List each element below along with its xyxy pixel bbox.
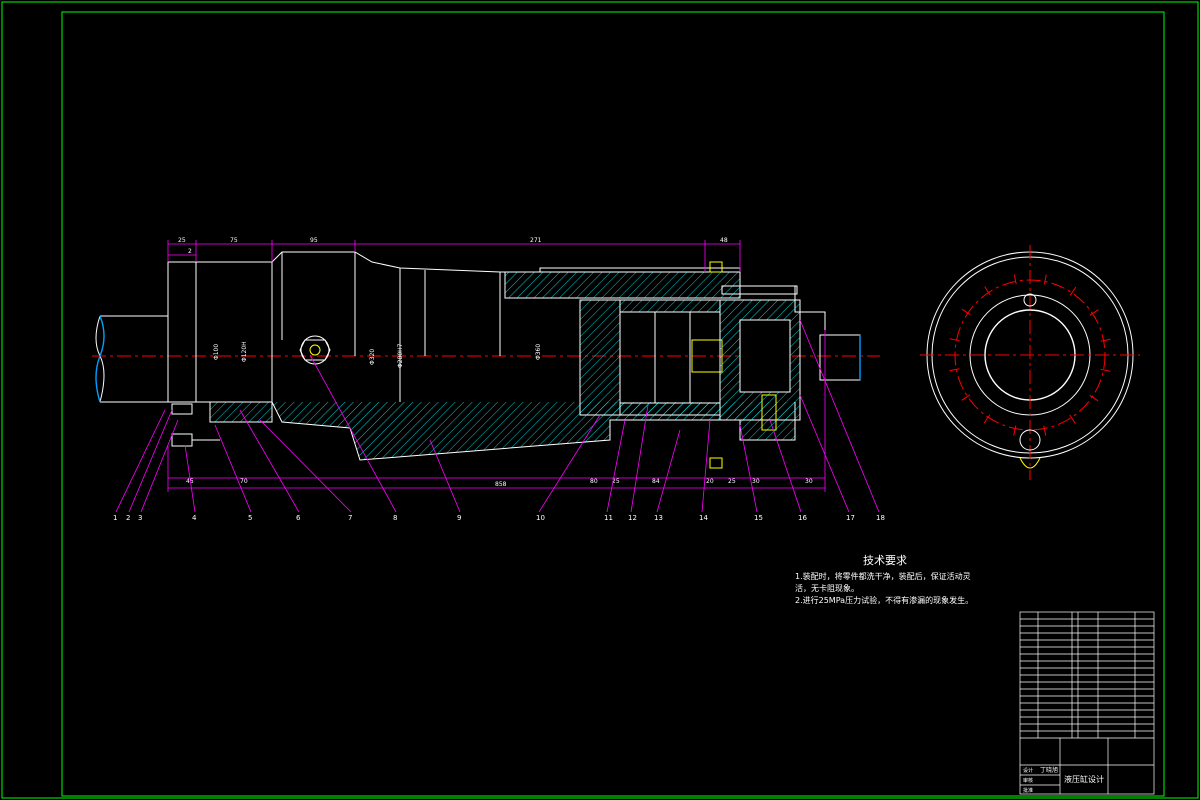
svg-text:Φ120H: Φ120H: [241, 341, 248, 362]
svg-text:Φ100: Φ100: [213, 344, 220, 360]
title-row-2: 批准: [1023, 787, 1033, 794]
balloon-2: 2: [126, 514, 130, 522]
balloon-14: 14: [699, 514, 708, 522]
dimension-top-4: 271: [530, 237, 542, 244]
bolt-top: [709, 261, 723, 273]
balloon-5: 5: [248, 514, 252, 522]
notes-title: 技术要求: [863, 554, 907, 567]
rod-end: [819, 334, 861, 381]
technical-notes: 技术要求 1.装配时，将零件都洗干净，装配后，保证活动灵活，无卡阻现象。 2.进…: [795, 555, 975, 607]
dimension-top-3: 95: [310, 237, 318, 244]
balloon-15: 15: [754, 514, 763, 522]
title-row-1: 审核: [1023, 777, 1033, 784]
leader-line-2: [128, 409, 173, 513]
balloon-18: 18: [876, 514, 885, 522]
dimension-bottom-1: 70: [240, 478, 248, 485]
balloon-13: 13: [654, 514, 663, 522]
dimension-top-1: 2: [188, 248, 192, 255]
bolt-bottom: [709, 457, 723, 469]
balloon-16: 16: [798, 514, 807, 522]
cad-drawing: Φ100 Φ120H Φ320 Φ280H7 Φ360 25275 95 271 48…: [1, 1, 1199, 799]
leader-line-14: [701, 419, 711, 513]
note-line-1: 1.装配时，将零件都洗干净，装配后，保证活动灵活，无卡阻现象。: [795, 572, 971, 593]
dimension-bottom-2: 80: [590, 478, 598, 485]
drawing-name: 液压缸设计: [1064, 774, 1104, 784]
dimension-bottom-4: 84: [652, 478, 660, 485]
barrel-upper-wall: [504, 271, 741, 299]
piston-rod: [95, 315, 168, 403]
leader-line-5: [214, 424, 252, 513]
designer-name: 丁晓旭: [1040, 766, 1058, 774]
diameter-label-2: Φ280H7: [397, 343, 404, 368]
dimensions-top: [167, 240, 741, 272]
dimension-bottom-5: 20: [706, 478, 714, 485]
leader-line-12: [630, 404, 649, 513]
leader-line-7: [259, 419, 352, 513]
leader-line-6: [239, 409, 300, 513]
balloon-10: 10: [536, 514, 545, 522]
dimension-bottom-8: 30: [805, 478, 813, 485]
dimension-top-0: 25: [178, 237, 186, 244]
leader-line-17: [799, 394, 850, 513]
leader-line-13: [656, 429, 681, 513]
dimension-top-2: 75: [230, 237, 238, 244]
overall-length: 858: [495, 481, 507, 488]
leader-line-1: [115, 409, 166, 513]
balloon-8: 8: [393, 514, 397, 522]
balloon-17: 17: [846, 514, 855, 522]
title-row-0: 设计: [1023, 767, 1033, 774]
balloon-3: 3: [138, 514, 142, 522]
balloon-7: 7: [348, 514, 352, 522]
end-view: [920, 245, 1140, 480]
note-line-2: 2.进行25MPa压力试验，不得有渗漏的现象发生。: [795, 596, 974, 605]
leader-line-3: [140, 419, 179, 513]
balloon-12: 12: [628, 514, 637, 522]
balloon-9: 9: [457, 514, 461, 522]
balloon-11: 11: [604, 514, 613, 522]
svg-text:Φ360: Φ360: [535, 344, 542, 360]
left-bolt-2: [171, 433, 193, 447]
diameter-label-1: Φ320: [369, 349, 376, 365]
balloon-4: 4: [192, 514, 197, 522]
left-bolt-1: [171, 403, 193, 415]
dimension-top-5: 48: [720, 237, 728, 244]
dimension-bottom-7: 30: [752, 478, 760, 485]
balloon-6: 6: [296, 514, 301, 522]
balloon-1: 1: [113, 514, 117, 522]
dimension-bottom-6: 25: [728, 478, 736, 485]
